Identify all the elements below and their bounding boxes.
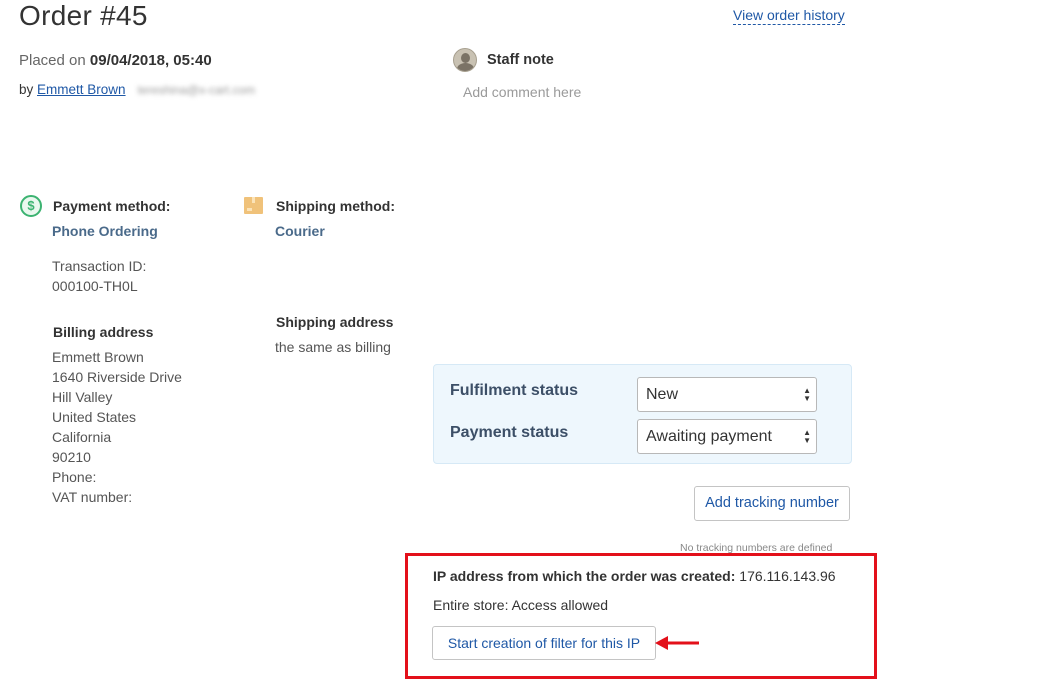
view-order-history-link[interactable]: View order history [733,7,845,25]
billing-line: California [52,429,112,445]
billing-line: VAT number: [52,489,133,505]
billing-line: Emmett Brown [52,349,144,365]
customer-line: by Emmett Brown tereshina@x-cart.com [19,82,255,97]
dollar-icon: $ [20,195,42,217]
shipping-address-title: Shipping address [276,314,394,330]
red-arrow-icon [655,636,699,650]
ip-access-status: Entire store: Access allowed [433,597,609,613]
add-tracking-number-button[interactable]: Add tracking number [694,486,850,521]
box-icon [244,197,263,214]
billing-address-title: Billing address [53,324,154,340]
fulfilment-status-select[interactable]: New ▲ ▼ [637,377,817,412]
placed-date: 09/04/2018, 05:40 [89,52,212,69]
payment-status-label: Payment status [450,424,569,441]
shipping-address-value: the same as billing [275,339,391,355]
page-title: Order #45 [19,0,148,31]
shipping-method-label: Shipping method: [276,198,395,214]
select-arrows-icon: ▲ ▼ [803,428,811,445]
placed-info: Placed on 09/04/2018, 05:40 [19,52,212,69]
shipping-method-value[interactable]: Courier [275,223,325,239]
payment-method-value[interactable]: Phone Ordering [52,223,158,239]
ip-address-line: IP address from which the order was crea… [433,568,836,584]
billing-line: Hill Valley [52,389,113,405]
status-panel: Fulfilment status New ▲ ▼ Payment status … [433,364,852,464]
billing-line: 90210 [52,449,91,465]
billing-line: United States [52,409,137,425]
staff-note-input[interactable]: Add comment here [463,84,581,100]
transaction-id-label: Transaction ID: [52,258,147,274]
payment-status-value: Awaiting payment [646,428,772,445]
customer-name-link[interactable]: Emmett Brown [37,82,126,97]
transaction-id-value: 000100-TH0L [52,278,138,294]
ip-address-label: IP address from which the order was crea… [433,568,736,584]
customer-email-blurred: tereshina@x-cart.com [137,83,256,97]
fulfilment-status-label: Fulfilment status [450,382,579,399]
billing-line: 1640 Riverside Drive [52,369,182,385]
start-ip-filter-button[interactable]: Start creation of filter for this IP [432,626,656,660]
ip-address-value: 176.116.143.96 [739,568,836,584]
select-arrows-icon: ▲ ▼ [803,386,811,403]
fulfilment-status-value: New [646,386,679,403]
staff-avatar-icon [453,48,477,72]
placed-prefix: Placed on [19,52,86,69]
payment-status-select[interactable]: Awaiting payment ▲ ▼ [637,419,817,454]
by-prefix: by [19,82,34,97]
billing-address-lines: Emmett Brown 1640 Riverside Drive Hill V… [52,347,182,507]
staff-note-title: Staff note [487,52,554,68]
billing-line: Phone: [52,469,97,485]
payment-method-label: Payment method: [53,198,171,214]
